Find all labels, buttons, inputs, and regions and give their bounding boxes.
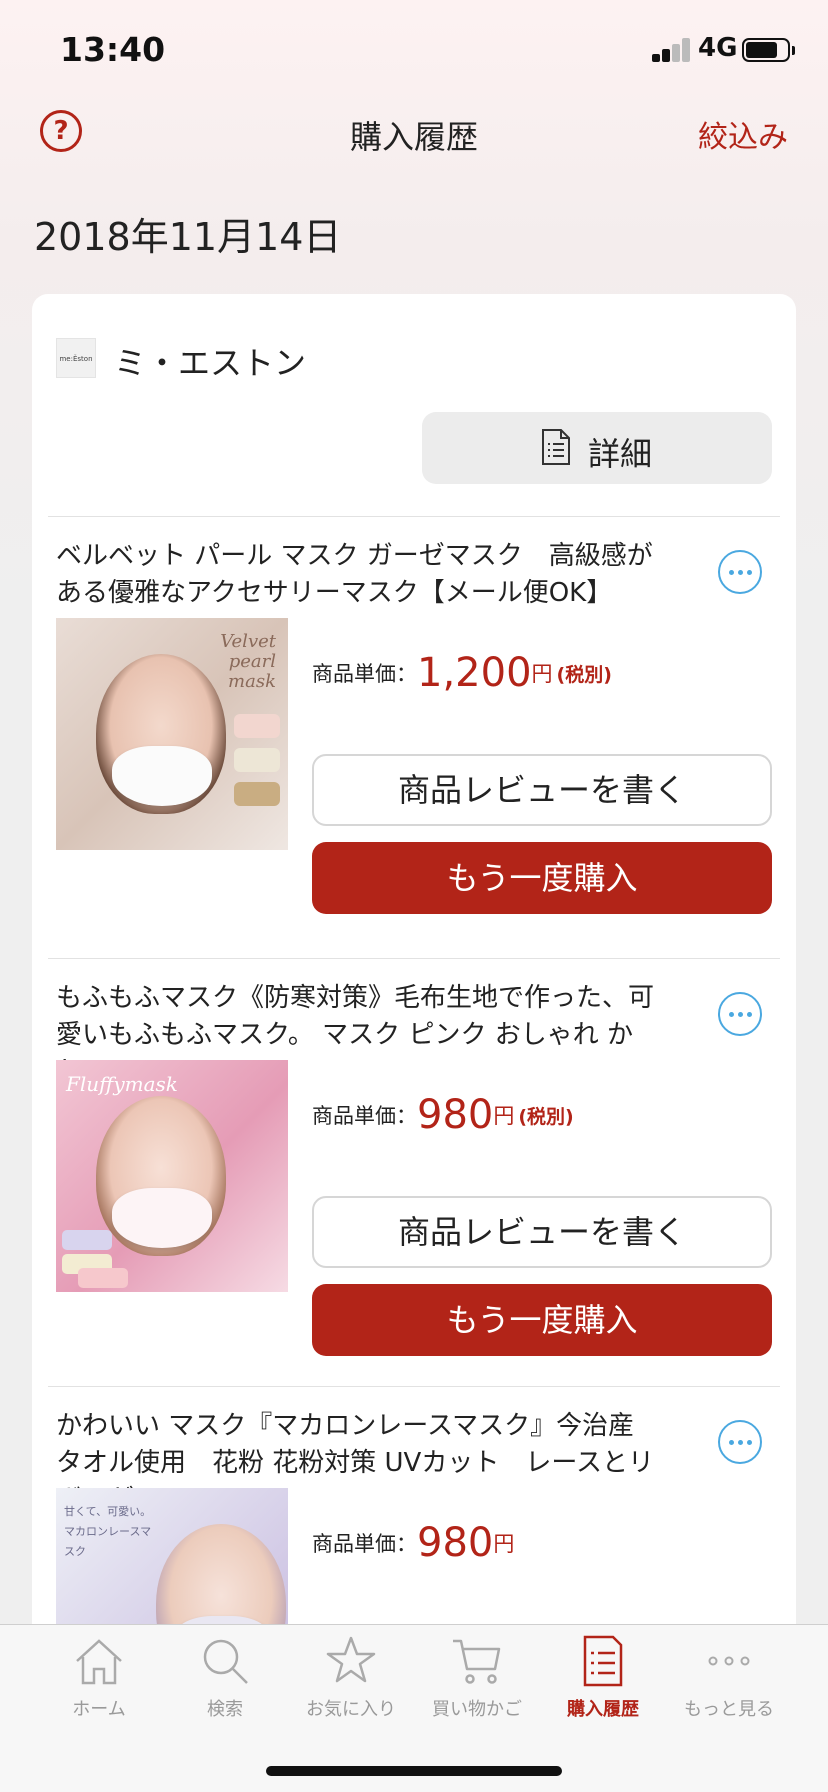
home-icon — [76, 1639, 122, 1685]
buy-again-button[interactable]: もう一度購入 — [312, 842, 772, 914]
more-icon — [708, 1656, 750, 1666]
divider — [48, 516, 780, 517]
image-caption: Fluffymask — [66, 1072, 178, 1096]
tab-more[interactable]: もっと見る — [664, 1633, 794, 1743]
shop-name[interactable]: ミ・エストン — [114, 338, 306, 384]
document-icon — [542, 429, 570, 465]
nav-header: ? 購入履歴 絞込み — [0, 96, 828, 174]
buy-again-button[interactable]: もう一度購入 — [312, 1284, 772, 1356]
search-icon — [203, 1639, 248, 1684]
network-type: 4G — [698, 33, 738, 63]
tab-search[interactable]: 検索 — [160, 1633, 290, 1743]
detail-button[interactable]: 詳細 — [422, 412, 772, 484]
shop-logo: me:Ěston — [56, 338, 96, 378]
home-indicator[interactable] — [266, 1766, 562, 1776]
divider — [48, 958, 780, 959]
tab-label: 買い物かご — [432, 1699, 522, 1720]
price-currency: 円 — [531, 662, 553, 686]
order-card: me:Ěston ミ・エストン 詳細 ベルベット パール マスク ガーゼマスク … — [32, 294, 796, 1720]
divider — [48, 1386, 780, 1387]
battery-icon — [742, 38, 795, 62]
status-bar: 13:40 4G — [0, 0, 828, 96]
price-row: 商品単価：1,200円 (税別) — [312, 650, 612, 696]
image-caption: Velvet pearl mask — [220, 631, 276, 692]
tab-favorites[interactable]: お気に入り — [286, 1633, 416, 1743]
price-value: 1,200 — [417, 650, 532, 696]
tax-note: (税別) — [518, 1105, 574, 1128]
write-review-button[interactable]: 商品レビューを書く — [312, 754, 772, 826]
product-image[interactable]: Velvet pearl mask — [56, 618, 288, 850]
image-caption: 甘くて、可愛い。マカロンレースマスク — [64, 1505, 152, 1558]
tab-purchase-history[interactable]: 購入履歴 — [538, 1633, 668, 1743]
detail-label: 詳細 — [588, 435, 653, 473]
cart-icon — [453, 1639, 501, 1684]
status-time: 13:40 — [60, 30, 166, 69]
filter-button[interactable]: 絞込み — [698, 112, 788, 156]
star-icon — [326, 1636, 376, 1683]
tab-label: ホーム — [72, 1699, 126, 1720]
tax-note: (税別) — [556, 663, 612, 686]
receipt-icon — [583, 1635, 623, 1687]
more-options-icon[interactable] — [718, 992, 762, 1036]
price-value: 980 — [417, 1520, 494, 1566]
tab-label: 検索 — [207, 1699, 243, 1720]
more-options-icon[interactable] — [718, 550, 762, 594]
price-value: 980 — [417, 1092, 494, 1138]
order-date: 2018年11月14日 — [34, 215, 342, 259]
price-label: 商品単価： — [312, 1104, 417, 1128]
signal-icon — [652, 38, 692, 62]
tab-label: もっと見る — [684, 1699, 774, 1720]
price-label: 商品単価： — [312, 662, 417, 686]
tab-home[interactable]: ホーム — [34, 1633, 164, 1743]
more-options-icon[interactable] — [718, 1420, 762, 1464]
tab-label: 購入履歴 — [567, 1699, 639, 1720]
tab-label: お気に入り — [306, 1699, 396, 1720]
item-title[interactable]: ベルベット パール マスク ガーゼマスク 高級感がある優雅なアクセサリーマスク【… — [56, 538, 656, 612]
price-currency: 円 — [493, 1532, 515, 1556]
product-image[interactable]: Fluffymask — [56, 1060, 288, 1292]
tab-cart[interactable]: 買い物かご — [412, 1633, 542, 1743]
price-label: 商品単価： — [312, 1532, 417, 1556]
price-row: 商品単価：980円 (税別) — [312, 1092, 574, 1138]
price-currency: 円 — [493, 1104, 515, 1128]
price-row: 商品単価：980円 — [312, 1520, 514, 1566]
write-review-button[interactable]: 商品レビューを書く — [312, 1196, 772, 1268]
